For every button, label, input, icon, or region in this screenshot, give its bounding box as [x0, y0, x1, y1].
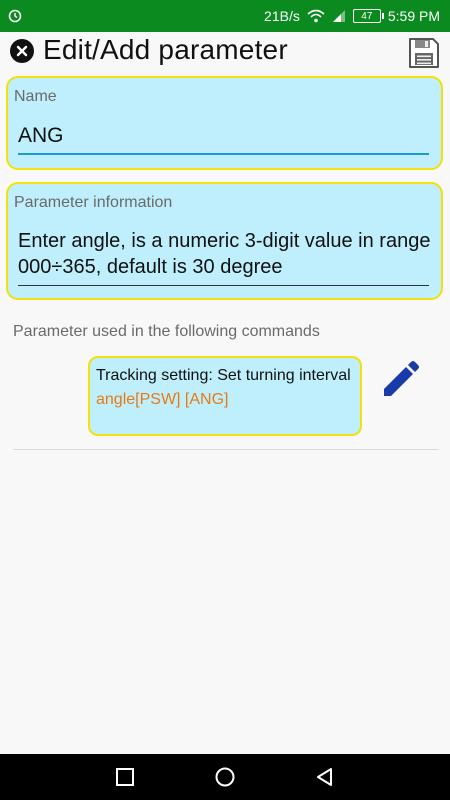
command-syntax: angle[PSW] [ANG] [96, 391, 229, 408]
commands-section-label: Parameter used in the following commands [13, 323, 320, 340]
info-field-input[interactable]: Enter angle, is a numeric 3-digit value … [18, 228, 433, 280]
name-field-underline [18, 153, 429, 155]
divider [13, 449, 438, 450]
navigation-bar [0, 754, 450, 800]
battery-icon: 47 [352, 9, 384, 23]
status-right: 21B/s 47 5:59 PM [264, 8, 440, 24]
wifi-icon [307, 9, 325, 23]
command-card[interactable]: Tracking setting: Set turning interval a… [88, 356, 362, 436]
info-field-label: Parameter information [14, 194, 173, 211]
name-field-input[interactable]: ANG [18, 124, 64, 148]
recent-apps-icon[interactable] [114, 766, 136, 788]
network-speed: 21B/s [264, 8, 300, 24]
close-x-glyph [16, 45, 28, 57]
signal-icon [332, 10, 345, 22]
home-icon[interactable] [214, 766, 236, 788]
back-icon[interactable] [314, 766, 336, 788]
info-field-underline [18, 285, 429, 286]
info-field-card: Parameter information Enter angle, is a … [6, 182, 443, 300]
command-title: Tracking setting: Set turning interval [96, 367, 351, 384]
pencil-icon[interactable] [380, 360, 420, 400]
page-title: Edit/Add parameter [43, 34, 288, 65]
save-icon[interactable] [408, 37, 440, 69]
name-field-label: Name [14, 88, 57, 105]
sync-notification-icon [8, 9, 22, 23]
header: Edit/Add parameter [0, 32, 450, 72]
name-field-card: Name ANG [6, 76, 443, 170]
close-icon[interactable] [10, 39, 34, 63]
clock: 5:59 PM [387, 8, 440, 24]
status-bar: 21B/s 47 5:59 PM [0, 0, 450, 32]
status-left [8, 9, 22, 23]
